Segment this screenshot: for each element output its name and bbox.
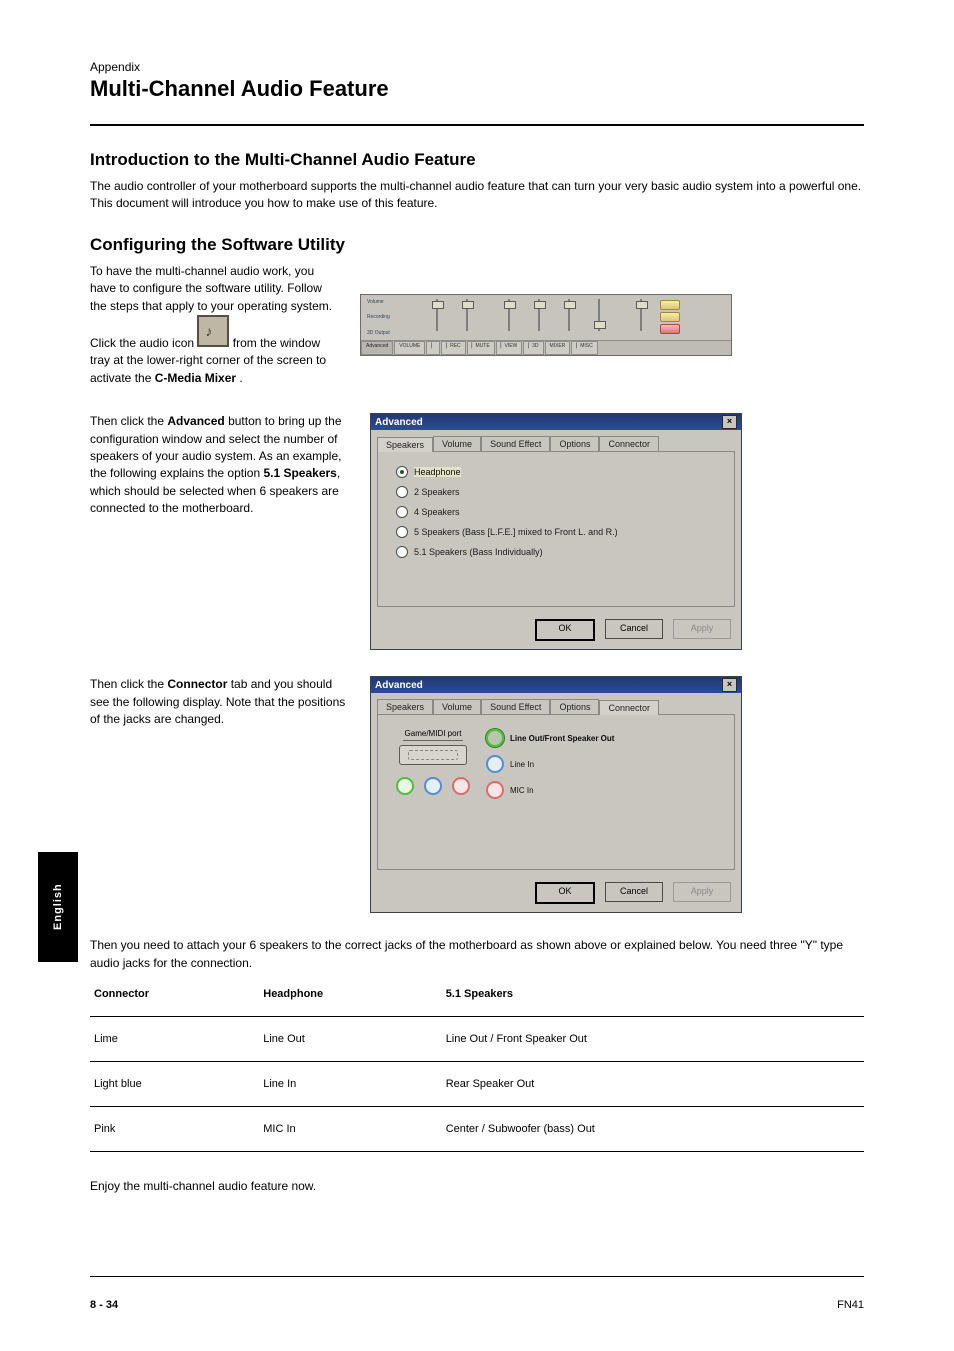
mixer-indicator: [660, 312, 680, 322]
radio-label: 4 Speakers: [414, 507, 460, 517]
page-title: Multi-Channel Audio Feature: [90, 76, 864, 102]
step-advanced-text: Then click the Advanced button to bring …: [90, 413, 350, 517]
connector-item-linein[interactable]: Line In: [486, 755, 614, 773]
jack-lime-icon: [396, 777, 414, 795]
configuring-text: To have the multi-channel audio work, yo…: [90, 263, 340, 387]
jack-blue-icon: [486, 755, 504, 773]
table-row: Pink MIC In Center / Subwoofer (bass) Ou…: [90, 1117, 864, 1141]
mixer-label-3d: 3D Output: [367, 330, 419, 336]
step-connector-text: Then click the Connector tab and you sho…: [90, 676, 350, 728]
tab-options[interactable]: Options: [550, 436, 599, 451]
mixer-slider[interactable]: [497, 299, 521, 331]
mixer-tab[interactable]: VOLUME: [394, 341, 425, 355]
tab-connector[interactable]: Connector: [599, 436, 659, 451]
mixer-slider[interactable]: [527, 299, 551, 331]
dialog-title: Advanced: [375, 680, 423, 691]
dialog-title: Advanced: [375, 417, 423, 428]
mixer-slider[interactable]: [587, 299, 611, 331]
connector-label: Line Out/Front Speaker Out: [510, 734, 614, 743]
radio-label: 5 Speakers (Bass [L.F.E.] mixed to Front…: [414, 527, 618, 537]
tab-volume[interactable]: Volume: [433, 699, 481, 714]
cancel-button[interactable]: Cancel: [605, 882, 663, 902]
gameport-icon: [399, 745, 467, 765]
col-connector: Connector: [90, 982, 259, 1006]
mixer-tab[interactable]: ▏3D: [523, 341, 543, 355]
radio-label: 2 Speakers: [414, 487, 460, 497]
mixer-tab[interactable]: MIXER: [545, 341, 571, 355]
mixer-slider[interactable]: [629, 299, 653, 331]
advanced-dialog-speakers: Advanced × Speakers Volume Sound Effect …: [370, 413, 742, 650]
section-heading-intro: Introduction to the Multi-Channel Audio …: [90, 150, 864, 170]
footer-page: 8 - 34: [90, 1299, 118, 1311]
jack-lime-icon: [486, 729, 504, 747]
mixer-label-recording: Recording: [367, 314, 419, 320]
connector-label: MIC In: [510, 786, 534, 795]
footer-model: FN41: [837, 1299, 864, 1311]
radio-headphone[interactable]: Headphone: [396, 466, 716, 478]
close-icon[interactable]: ×: [722, 678, 737, 692]
jack-pink-icon: [486, 781, 504, 799]
section-heading-configuring: Configuring the Software Utility: [90, 235, 864, 255]
cancel-button[interactable]: Cancel: [605, 619, 663, 639]
tab-sound-effect[interactable]: Sound Effect: [481, 436, 550, 451]
mixer-tab-advanced[interactable]: Advanced: [361, 341, 393, 355]
mixer-tab[interactable]: ▏MISC: [571, 341, 597, 355]
closing-text: Enjoy the multi-channel audio feature no…: [90, 1178, 864, 1195]
intro-paragraph: The audio controller of your motherboard…: [90, 178, 864, 213]
gameport-label: Game/MIDI port: [403, 729, 464, 741]
mixer-slider[interactable]: [455, 299, 479, 331]
col-headphone: Headphone: [259, 982, 441, 1006]
apply-button[interactable]: Apply: [673, 882, 731, 902]
mixer-tab[interactable]: ▏: [426, 341, 440, 355]
mixer-indicator: [660, 300, 680, 310]
table-row: Lime Line Out Line Out / Front Speaker O…: [90, 1027, 864, 1051]
radio-4-speakers[interactable]: 4 Speakers: [396, 506, 716, 518]
close-icon[interactable]: ×: [722, 415, 737, 429]
header-kicker: Appendix: [90, 60, 864, 74]
radio-label: 5.1 Speakers (Bass Individually): [414, 547, 543, 557]
mixer-slider[interactable]: [425, 299, 449, 331]
connector-item-lineout[interactable]: Line Out/Front Speaker Out: [486, 729, 614, 747]
radio-5-speakers[interactable]: 5 Speakers (Bass [L.F.E.] mixed to Front…: [396, 526, 716, 538]
tab-sound-effect[interactable]: Sound Effect: [481, 699, 550, 714]
col-51speakers: 5.1 Speakers: [442, 982, 864, 1006]
table-intro: Then you need to attach your 6 speakers …: [90, 937, 864, 972]
divider: [90, 124, 864, 126]
connector-label: Line In: [510, 760, 534, 769]
tab-speakers[interactable]: Speakers: [377, 699, 433, 714]
radio-label: Headphone: [414, 467, 461, 477]
mixer-screenshot: Volume Recording 3D Output: [360, 294, 864, 356]
radio-2-speakers[interactable]: 2 Speakers: [396, 486, 716, 498]
connector-table: Connector Headphone 5.1 Speakers Lime Li…: [90, 982, 864, 1162]
tab-speakers[interactable]: Speakers: [377, 437, 433, 452]
tab-connector[interactable]: Connector: [599, 700, 659, 715]
mixer-indicator: [660, 324, 680, 334]
tray-audio-icon: [197, 315, 229, 347]
mixer-label-volume: Volume: [367, 299, 419, 305]
language-side-tab: English: [38, 852, 78, 962]
connector-item-micin[interactable]: MIC In: [486, 781, 614, 799]
ok-button[interactable]: OK: [535, 882, 595, 904]
radio-5-1-speakers[interactable]: 5.1 Speakers (Bass Individually): [396, 546, 716, 558]
jack-blue-icon: [424, 777, 442, 795]
mixer-tab[interactable]: ▏REC: [441, 341, 465, 355]
tab-volume[interactable]: Volume: [433, 436, 481, 451]
table-row: Light blue Line In Rear Speaker Out: [90, 1072, 864, 1096]
apply-button[interactable]: Apply: [673, 619, 731, 639]
tab-options[interactable]: Options: [550, 699, 599, 714]
ok-button[interactable]: OK: [535, 619, 595, 641]
advanced-dialog-connector: Advanced × Speakers Volume Sound Effect …: [370, 676, 742, 913]
jack-pink-icon: [452, 777, 470, 795]
mixer-slider[interactable]: [557, 299, 581, 331]
mixer-tab[interactable]: ▏VIEW: [496, 341, 523, 355]
mixer-tab[interactable]: ▏MUTE: [467, 341, 495, 355]
